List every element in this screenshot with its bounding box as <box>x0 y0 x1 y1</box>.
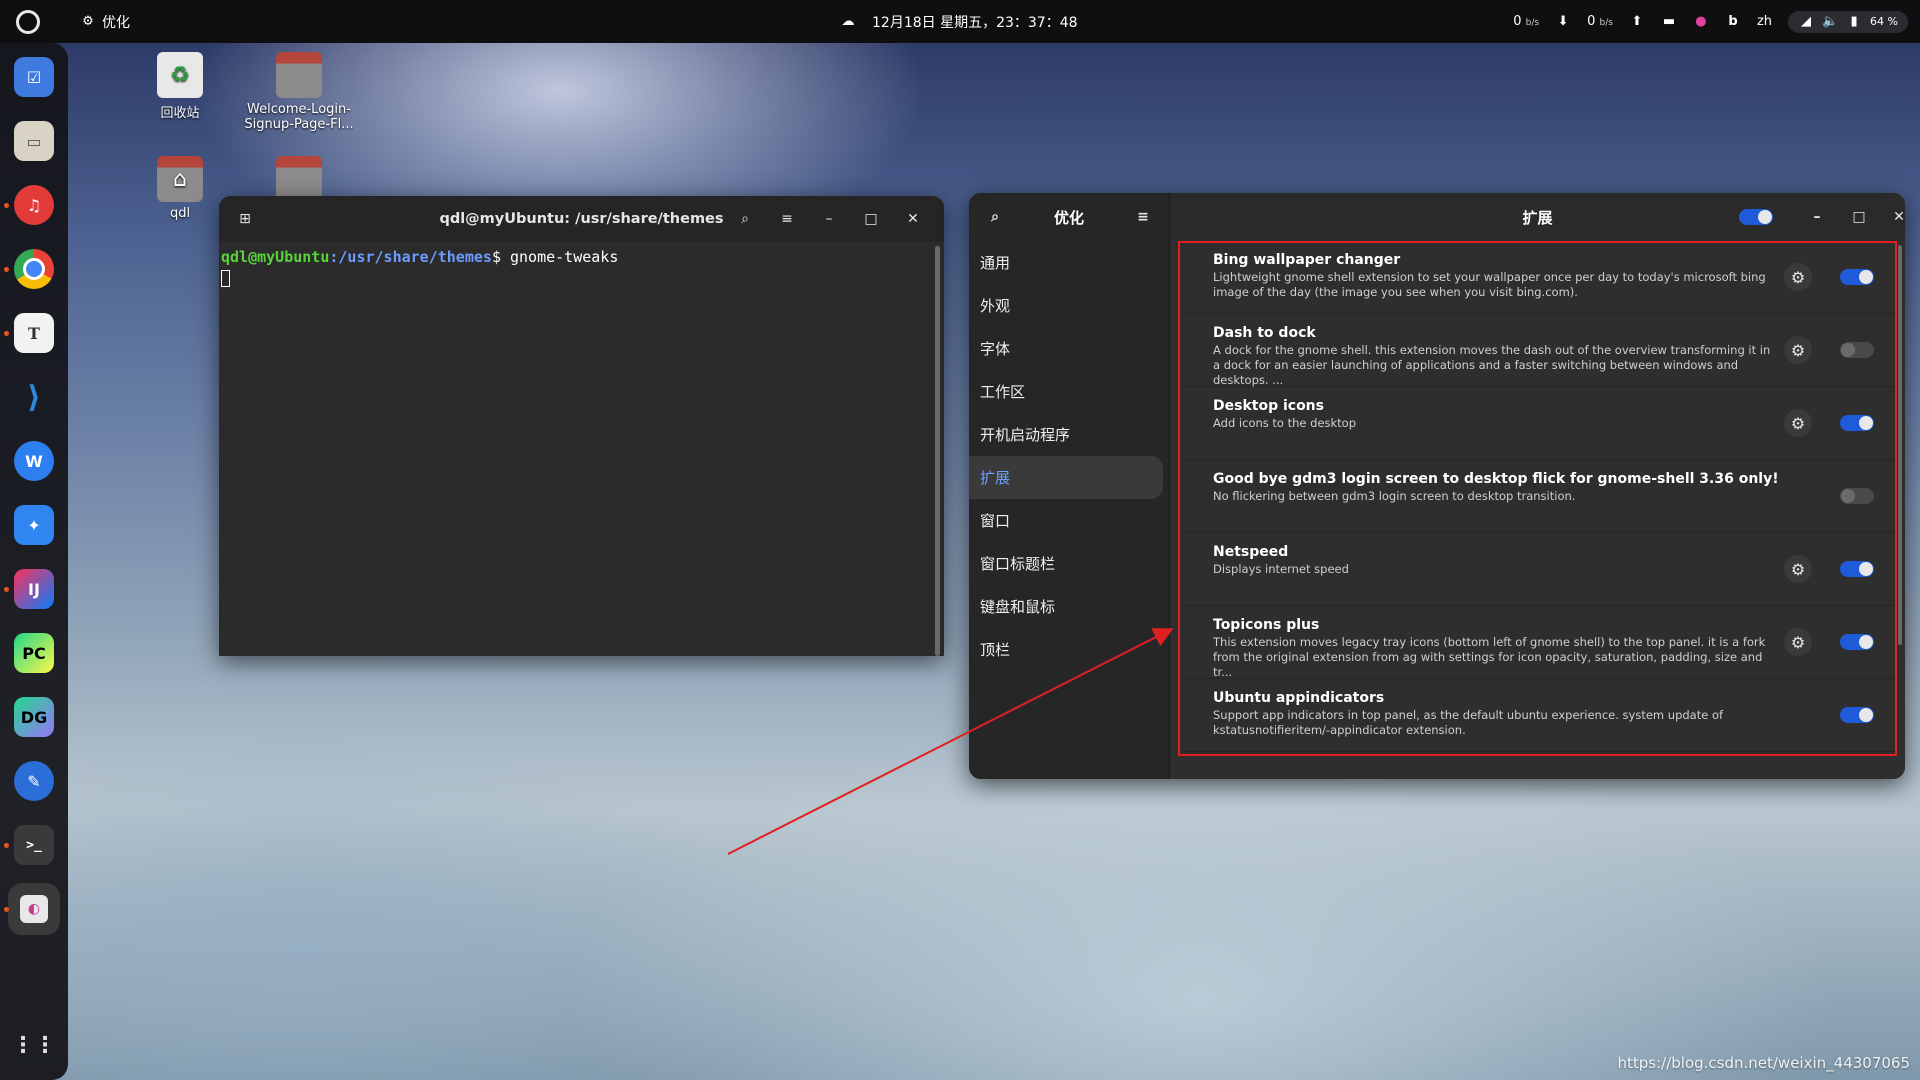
watermark: https://blog.csdn.net/weixin_44307065 <box>1617 1054 1910 1072</box>
annotation-arrow <box>727 628 1174 855</box>
arrow-line <box>727 628 1174 855</box>
